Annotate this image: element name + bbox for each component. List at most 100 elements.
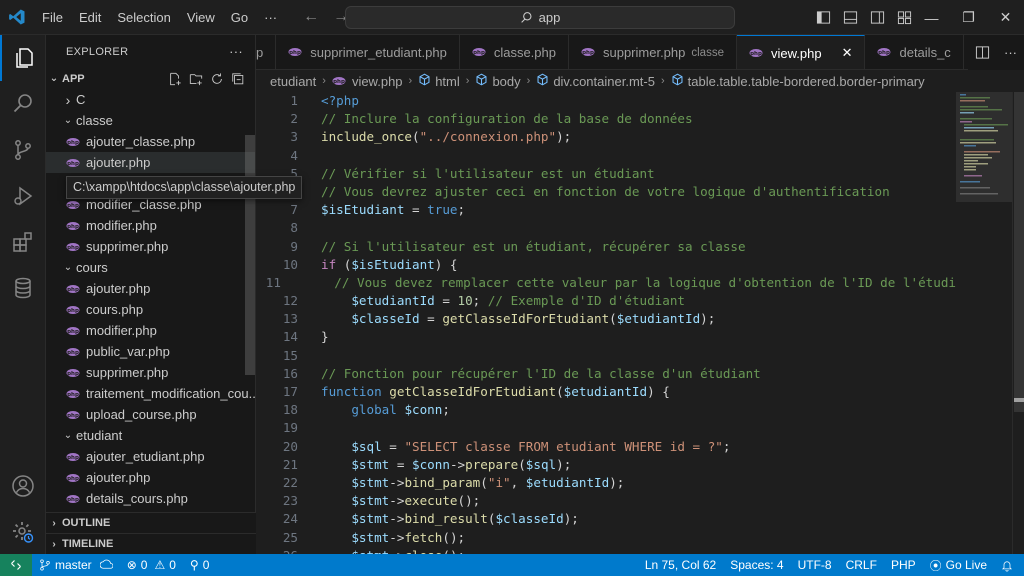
command-center-search[interactable]: app [345,6,735,29]
extensions-icon[interactable] [0,219,46,265]
tab[interactable]: p [256,35,277,69]
file-item[interactable]: php ajouter.php [46,152,255,173]
line-number: 15 [282,347,298,363]
encoding[interactable]: UTF-8 [791,558,839,572]
close-window-icon[interactable]: ✕ [987,9,1024,26]
problems-status[interactable]: ⊗ 0 ⚠ 0 [120,558,183,572]
run-debug-icon[interactable] [0,173,46,219]
tab[interactable]: php supprimer_etudiant.php [276,35,460,69]
account-icon[interactable] [0,463,46,509]
editor-more-icon[interactable]: ··· [1004,45,1017,60]
code-token: $etudiantId [616,311,701,327]
menu-item-edit[interactable]: Edit [71,0,109,35]
file-item[interactable]: php cours.php [46,299,255,320]
code-line: 17 function getClasseIdForEtudiant($etudi… [256,383,956,401]
file-item[interactable]: php upload_course.php [46,404,255,425]
sidebar-scrollbar[interactable] [245,135,255,375]
tab-active[interactable]: php view.php ✕ [736,35,866,69]
explorer-header: EXPLORER ··· [46,35,255,68]
file-item[interactable]: php public_var.php [46,341,255,362]
file-item[interactable]: php supprimer.php [46,362,255,383]
ports-status[interactable]: ⚲ 0 [183,558,216,572]
close-tab-icon[interactable]: ✕ [842,45,853,61]
file-item[interactable]: php ajouter_classe.php [46,131,255,152]
toggle-secondary-sidebar-icon[interactable] [870,10,885,25]
svg-text:php: php [750,51,762,57]
outline-section[interactable]: › OUTLINE [46,512,256,533]
code-line: 2 // Inclure la configuration de la base … [256,110,956,128]
indentation[interactable]: Spaces: 4 [723,558,790,572]
back-arrow-icon[interactable]: ← [303,8,319,26]
tree-item-label: modifier_classe.php [86,197,202,212]
editor-scrollbar[interactable] [1012,92,1024,554]
line-endings[interactable]: CRLF [839,558,884,572]
new-folder-icon[interactable] [189,72,203,86]
menu-item-selection[interactable]: Selection [109,0,178,35]
toggle-panel-icon[interactable] [843,10,858,25]
notifications-bell-icon[interactable] [994,559,1020,572]
menu-item-go[interactable]: Go [223,0,256,35]
more-menu-icon[interactable]: ··· [256,10,285,25]
file-item[interactable]: php ajouter.php [46,467,255,488]
source-control-icon[interactable] [0,127,46,173]
code-token: ); [563,511,579,527]
folder-classe[interactable]: ⌄ classe [46,110,255,131]
folder-etudiant[interactable]: ⌄ etudiant [46,425,255,446]
restore-icon[interactable]: ❐ [950,9,987,26]
database-icon[interactable] [0,265,46,311]
code-token: // Si l'utilisateur est un étudiant, réc… [321,238,746,254]
minimize-icon[interactable]: — [913,10,950,26]
menu-item-file[interactable]: File [34,0,71,35]
remote-indicator-icon[interactable] [0,554,32,576]
split-editor-icon[interactable] [975,45,990,60]
cursor-position[interactable]: Ln 75, Col 62 [638,558,723,572]
code-token: $conn [412,456,450,472]
svg-text:php: php [67,161,79,167]
minimap[interactable] [956,92,1012,554]
breadcrumb-item[interactable]: php view.php [332,74,403,89]
breadcrumb-item[interactable]: html [418,73,460,89]
customize-layout-icon[interactable] [897,10,912,25]
file-item[interactable]: php traitement_modification_cou... [46,383,255,404]
breadcrumb-item[interactable]: div.container.mt-5 [536,73,655,89]
symbol-element-icon [475,73,488,89]
scrollbar-thumb[interactable] [1014,92,1024,412]
go-live-button[interactable]: ⦿ Go Live [923,557,994,574]
file-item[interactable]: php supprimer.php [46,236,255,257]
timeline-section[interactable]: › TIMELINE [46,533,256,554]
breadcrumb-item[interactable]: body [475,73,521,89]
code-token: $isEtudiant [351,256,435,272]
svg-text:php: php [67,350,79,356]
workspace-root[interactable]: ⌄ APP [46,68,255,89]
file-item[interactable]: php ajouter_etudiant.php [46,446,255,467]
tree-item-label: ajouter_etudiant.php [86,449,205,464]
svg-text:php: php [67,455,79,461]
collapse-all-icon[interactable] [231,72,245,86]
tree-item-label: modifier.php [86,218,157,233]
tab[interactable]: php details_c [865,35,964,69]
code-editor[interactable]: 1 <?php 2 // Inclure la configuration de la… [256,92,956,554]
folder-c[interactable]: › C [46,89,255,110]
file-item[interactable]: php modifier.php [46,320,255,341]
tab[interactable]: php classe.php [460,35,569,69]
sync-icon[interactable] [99,559,113,571]
explorer-more-icon[interactable]: ··· [229,44,243,59]
code-line: 11 // Vous devez remplacer cette valeur … [256,274,956,292]
menu-item-view[interactable]: View [179,0,223,35]
folder-cours[interactable]: ⌄ cours [46,257,255,278]
tab[interactable]: php supprimer.php classe [569,35,737,69]
branch-status[interactable]: master [32,558,120,572]
file-item[interactable]: php modifier.php [46,215,255,236]
code-token: function [321,384,382,399]
language-mode[interactable]: PHP [884,558,923,572]
explorer-icon[interactable] [0,35,46,81]
new-file-icon[interactable] [168,72,182,86]
file-item[interactable]: php ajouter.php [46,278,255,299]
breadcrumb-item[interactable]: etudiant [270,74,316,89]
refresh-icon[interactable] [210,72,224,86]
breadcrumb-item[interactable]: table.table.table-bordered.border-primar… [671,73,925,89]
file-item[interactable]: php details_cours.php [46,488,255,509]
toggle-primary-sidebar-icon[interactable] [816,10,831,25]
search-icon[interactable] [0,81,46,127]
manage-gear-icon[interactable] [0,509,46,555]
